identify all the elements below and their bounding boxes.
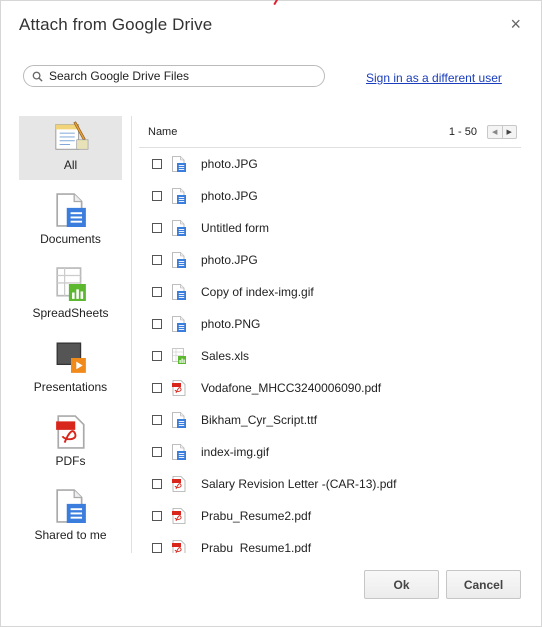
sidebar-item-shared-to-me[interactable]: Shared to me: [19, 486, 122, 550]
file-checkbox[interactable]: [152, 479, 162, 489]
attach-dialog: Attach from Google Drive × Sign in as a …: [0, 0, 542, 627]
document-file-icon: [172, 156, 186, 172]
spreadsheet-icon: [53, 266, 89, 302]
file-name: photo.PNG: [201, 317, 261, 331]
sidebar-item-spreadsheets[interactable]: SpreadSheets: [19, 264, 122, 328]
file-checkbox[interactable]: [152, 159, 162, 169]
sidebar-item-label: Presentations: [33, 380, 108, 394]
file-name: photo.JPG: [201, 253, 258, 267]
file-list: Name 1 - 50 ◀ ▶ photo.JPG photo.JPG Unti…: [139, 116, 521, 553]
file-checkbox[interactable]: [152, 191, 162, 201]
file-list-header: Name 1 - 50 ◀ ▶: [139, 116, 521, 148]
file-checkbox[interactable]: [152, 383, 162, 393]
sidebar-item-label: PDFs: [55, 454, 86, 468]
name-column-header[interactable]: Name: [148, 126, 177, 138]
file-rows: photo.JPG photo.JPG Untitled form photo.…: [139, 148, 521, 553]
file-checkbox[interactable]: [152, 415, 162, 425]
file-row[interactable]: photo.PNG: [139, 308, 521, 340]
document-file-icon: [172, 412, 186, 428]
document-file-icon: [172, 284, 186, 300]
close-icon[interactable]: ×: [510, 15, 521, 33]
file-checkbox[interactable]: [152, 287, 162, 297]
file-checkbox[interactable]: [152, 543, 162, 553]
document-icon: [53, 192, 89, 228]
next-page-icon[interactable]: ▶: [501, 126, 517, 138]
prev-page-icon[interactable]: ◀: [488, 126, 502, 138]
search-box[interactable]: [23, 65, 325, 87]
page-range: 1 - 50: [448, 126, 477, 138]
red-check-mark: [269, 0, 279, 6]
file-checkbox[interactable]: [152, 319, 162, 329]
file-name: Untitled form: [201, 221, 270, 235]
pdf-icon: [53, 414, 89, 450]
file-row[interactable]: Untitled form: [139, 212, 521, 244]
sidebar-item-pdfs[interactable]: PDFs: [19, 412, 122, 476]
shared-document-icon: [53, 488, 89, 524]
spreadsheet-file-icon: [172, 348, 186, 364]
category-sidebar: All Documents SpreadSheets Presentations…: [19, 116, 122, 560]
file-name: index-img.gif: [201, 445, 270, 459]
file-name: Vodafone_MHCC3240006090.pdf: [201, 381, 382, 395]
file-checkbox[interactable]: [152, 255, 162, 265]
pdf-file-icon: [172, 508, 186, 524]
ok-button[interactable]: Ok: [364, 570, 439, 599]
file-row[interactable]: photo.JPG: [139, 244, 521, 276]
file-row[interactable]: Bikham_Cyr_Script.ttf: [139, 404, 521, 436]
file-checkbox[interactable]: [152, 351, 162, 361]
file-checkbox[interactable]: [152, 447, 162, 457]
file-row[interactable]: photo.JPG: [139, 148, 521, 180]
sidebar-item-label: Documents: [40, 232, 101, 246]
file-checkbox[interactable]: [152, 223, 162, 233]
divider: [131, 116, 132, 553]
sidebar-item-label: All: [63, 158, 78, 172]
file-name: Bikham_Cyr_Script.ttf: [201, 413, 318, 427]
dialog-title: Attach from Google Drive: [19, 15, 213, 34]
pdf-file-icon: [172, 540, 186, 553]
presentation-icon: [53, 340, 89, 376]
file-name: Sales.xls: [201, 349, 250, 363]
file-name: Prabu_Resume2.pdf: [201, 509, 312, 523]
file-row[interactable]: Prabu_Resume2.pdf: [139, 500, 521, 532]
file-name: Prabu_Resume1.pdf: [201, 541, 312, 553]
file-row[interactable]: Salary Revision Letter -(CAR-13).pdf: [139, 468, 521, 500]
file-row[interactable]: Copy of index-img.gif: [139, 276, 521, 308]
document-file-icon: [172, 444, 186, 460]
sidebar-item-all[interactable]: All: [19, 116, 122, 180]
file-row[interactable]: Sales.xls: [139, 340, 521, 372]
pdf-file-icon: [172, 380, 186, 396]
document-file-icon: [172, 252, 186, 268]
file-checkbox[interactable]: [152, 511, 162, 521]
file-name: photo.JPG: [201, 157, 258, 171]
document-file-icon: [172, 188, 186, 204]
sidebar-item-documents[interactable]: Documents: [19, 190, 122, 254]
file-name: Copy of index-img.gif: [201, 285, 314, 299]
file-row[interactable]: index-img.gif: [139, 436, 521, 468]
document-file-icon: [172, 316, 186, 332]
search-icon: [32, 71, 43, 82]
sidebar-item-presentations[interactable]: Presentations: [19, 338, 122, 402]
pdf-file-icon: [172, 476, 186, 492]
pager: ◀ ▶: [487, 125, 517, 139]
file-row[interactable]: Prabu_Resume1.pdf: [139, 532, 521, 553]
file-row[interactable]: photo.JPG: [139, 180, 521, 212]
sidebar-item-label: SpreadSheets: [32, 306, 109, 320]
sidebar-item-label: Shared to me: [34, 528, 107, 542]
cancel-button[interactable]: Cancel: [446, 570, 521, 599]
search-input[interactable]: [49, 69, 309, 83]
file-name: Salary Revision Letter -(CAR-13).pdf: [201, 477, 397, 491]
file-name: photo.JPG: [201, 189, 258, 203]
document-file-icon: [172, 220, 186, 236]
all-files-icon: [53, 118, 89, 154]
file-row[interactable]: Vodafone_MHCC3240006090.pdf: [139, 372, 521, 404]
sign-in-different-user-link[interactable]: Sign in as a different user: [366, 71, 502, 85]
